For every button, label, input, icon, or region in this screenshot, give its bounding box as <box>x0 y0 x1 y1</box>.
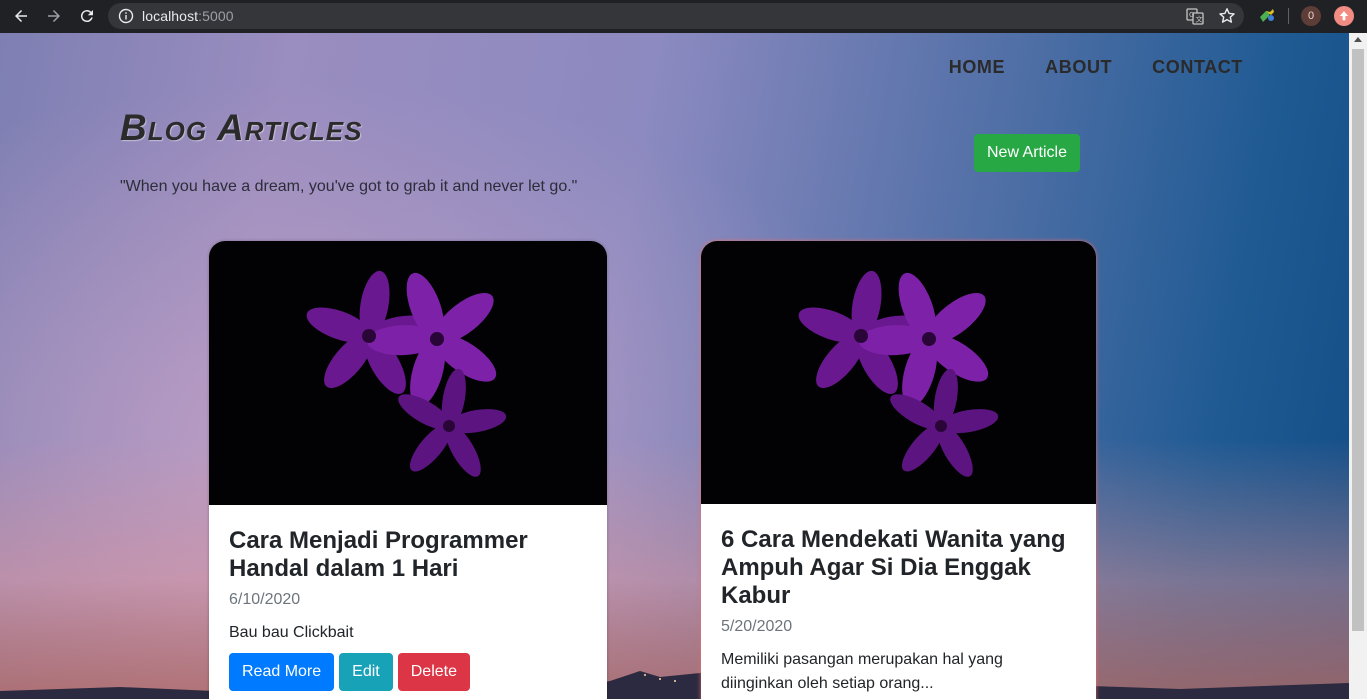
flower-image <box>798 270 999 477</box>
new-article-button[interactable]: New Article <box>974 134 1080 172</box>
svg-text:文: 文 <box>1196 15 1203 24</box>
nav-contact[interactable]: CONTACT <box>1152 57 1243 78</box>
scrollbar-thumb[interactable] <box>1352 49 1364 631</box>
extension-icon[interactable] <box>1257 6 1277 26</box>
profile-icon[interactable]: 0 <box>1301 6 1321 26</box>
article-date: 5/20/2020 <box>721 618 793 635</box>
profile-badge: 0 <box>1307 10 1315 22</box>
edit-button[interactable]: Edit <box>339 653 393 691</box>
background-hills <box>0 671 1349 699</box>
forward-arrow-icon[interactable] <box>42 4 66 28</box>
page-viewport: HOME ABOUT CONTACT Blog Articles "When y… <box>0 33 1349 699</box>
delete-button[interactable]: Delete <box>397 653 470 691</box>
toolbar-divider <box>1288 8 1289 24</box>
article-excerpt: Memiliki pasangan merupakan hal yang dii… <box>721 651 1003 692</box>
nav-home[interactable]: HOME <box>949 57 1005 78</box>
reload-icon[interactable] <box>75 4 99 28</box>
article-image <box>701 241 1096 504</box>
main-nav: HOME ABOUT CONTACT <box>949 57 1243 78</box>
article-title[interactable]: Cara Menjadi Programmer Handal dalam 1 H… <box>229 527 587 583</box>
url-text: localhost:5000 <box>142 8 234 24</box>
browser-toolbar: localhost:5000 G 文 0 <box>0 0 1367 33</box>
article-title[interactable]: 6 Cara Mendekati Wanita yang Ampuh Agar … <box>721 526 1076 610</box>
article-excerpt: Bau bau Clickbait <box>229 624 354 641</box>
article-date: 6/10/2020 <box>229 591 301 608</box>
article-actions: Read More Edit Delete <box>229 653 587 691</box>
page-quote: "When you have a dream, you've got to gr… <box>120 178 578 195</box>
article-image <box>209 241 607 505</box>
page-title: Blog Articles <box>120 107 363 148</box>
svg-text:G: G <box>1189 11 1194 19</box>
flower-image <box>306 270 507 477</box>
nav-about[interactable]: ABOUT <box>1045 57 1112 78</box>
read-more-button[interactable]: Read More <box>229 653 335 691</box>
address-bar[interactable]: localhost:5000 G 文 <box>108 3 1244 29</box>
translate-icon[interactable]: G 文 <box>1186 7 1204 25</box>
update-icon[interactable] <box>1334 6 1354 26</box>
article-card: 6 Cara Mendekati Wanita yang Ampuh Agar … <box>701 241 1096 699</box>
scroll-up-icon[interactable] <box>1354 37 1362 42</box>
info-icon[interactable] <box>118 8 134 24</box>
back-arrow-icon[interactable] <box>9 4 33 28</box>
article-card: Cara Menjadi Programmer Handal dalam 1 H… <box>209 241 607 699</box>
page-scrollbar[interactable] <box>1349 33 1367 699</box>
star-icon[interactable] <box>1218 7 1236 25</box>
